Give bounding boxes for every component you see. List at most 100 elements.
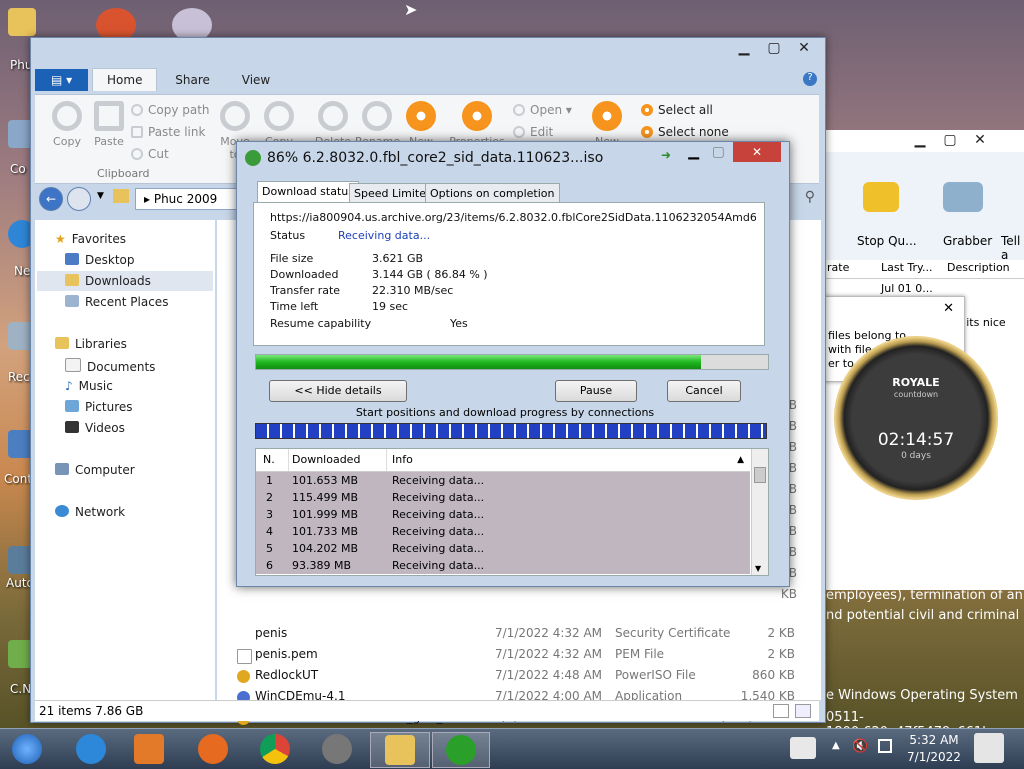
tab-speed-limiter[interactable]: Speed Limiter: [349, 183, 436, 204]
close-icon[interactable]: ✕: [965, 132, 995, 148]
hide-details-button[interactable]: << Hide details: [269, 380, 407, 402]
nav-pictures[interactable]: Pictures: [65, 400, 133, 414]
paste-link-button[interactable]: Paste link: [131, 125, 205, 139]
chevron-up-icon[interactable]: ▲: [737, 449, 744, 471]
file-row[interactable]: penis.pem 7/1/2022 4:32 AM PEM File 2 KB: [237, 647, 817, 667]
taskbar-chrome[interactable]: [252, 732, 298, 766]
clock-time: 02:14:57: [877, 430, 955, 450]
start-button[interactable]: [4, 732, 50, 766]
nav-favorites[interactable]: ★ Favorites: [55, 232, 126, 246]
col-last-try[interactable]: Last Try...: [881, 261, 932, 274]
connection-row[interactable]: 6 93.389 MB Receiving data...: [256, 557, 750, 574]
maximize-icon[interactable]: ▢: [935, 132, 965, 148]
nav-desktop[interactable]: Desktop: [65, 253, 135, 267]
nav-music[interactable]: ♪ Music: [65, 379, 113, 393]
connections-scrollbar[interactable]: ▼: [751, 449, 768, 575]
certificate-icon: [237, 628, 250, 641]
tab-share[interactable]: Share: [161, 69, 224, 91]
tab-options-on-completion[interactable]: Options on completion: [425, 183, 560, 204]
search-icon[interactable]: ⚲: [805, 189, 815, 205]
large-icons-view-icon[interactable]: [795, 704, 811, 718]
col-rate[interactable]: rate: [827, 261, 849, 274]
volume-muted-icon[interactable]: 🔇: [852, 739, 868, 754]
desktop-text-2: nd potential civil and criminal: [826, 608, 1020, 623]
partial-size: KB: [780, 587, 797, 601]
chevron-down-icon[interactable]: ▼: [97, 191, 104, 201]
select-all-button[interactable]: Select all: [641, 103, 713, 117]
nav-videos[interactable]: Videos: [65, 421, 125, 435]
idm-logo-icon: [245, 150, 261, 166]
cut-button[interactable]: Cut: [131, 147, 169, 161]
taskbar-idm[interactable]: [432, 732, 490, 768]
close-icon[interactable]: ✕: [943, 301, 954, 316]
file-row[interactable]: RedlockUT 7/1/2022 4:48 AM PowerISO File 86…: [237, 668, 817, 688]
taskbar-media-player[interactable]: [126, 732, 172, 766]
help-icon[interactable]: ?: [803, 72, 817, 86]
nav-recent-places[interactable]: Recent Places: [65, 295, 168, 309]
nav-libraries[interactable]: Libraries: [55, 337, 127, 351]
tab-view[interactable]: View: [228, 69, 284, 91]
connection-row[interactable]: 3 101.999 MB Receiving data...: [256, 506, 750, 523]
nav-documents[interactable]: Documents: [65, 358, 155, 374]
clock-date-text[interactable]: 7/1/2022: [904, 750, 964, 764]
details-view-icon[interactable]: [773, 704, 789, 718]
paste-button[interactable]: Paste: [89, 101, 129, 148]
close-button[interactable]: ✕: [733, 142, 781, 162]
status-label: Status: [270, 229, 306, 242]
file-menu-button[interactable]: ▤ ▾: [35, 69, 89, 91]
forward-icon[interactable]: [67, 187, 91, 211]
show-hidden-icons[interactable]: ▲: [832, 740, 840, 751]
connection-row[interactable]: 5 104.202 MB Receiving data...: [256, 540, 750, 557]
scrollbar-thumb[interactable]: [754, 467, 766, 483]
taskbar-explorer[interactable]: [370, 732, 430, 768]
folder-icon: [385, 735, 415, 765]
taskbar-firefox[interactable]: [190, 732, 236, 766]
maximize-icon[interactable]: ▢: [759, 40, 789, 56]
cancel-button[interactable]: Cancel: [667, 380, 741, 402]
folder-icon: [113, 189, 129, 203]
copy-button[interactable]: Copy: [47, 101, 87, 148]
grabber-button[interactable]: Grabber: [943, 234, 992, 248]
user-avatar-icon[interactable]: [974, 733, 1004, 763]
network-tray-icon[interactable]: [878, 739, 892, 753]
breadcrumb-folder[interactable]: Phuc 2009: [154, 192, 217, 206]
nav-downloads[interactable]: Downloads: [65, 274, 151, 288]
select-none-icon: [641, 126, 653, 138]
nav-computer[interactable]: Computer: [55, 463, 135, 477]
desktop-icon-phuc[interactable]: Phu: [0, 8, 40, 72]
taskbar-raccoon-app[interactable]: [314, 732, 360, 766]
select-none-button[interactable]: Select none: [641, 125, 729, 139]
connection-row[interactable]: 2 115.499 MB Receiving data...: [256, 489, 750, 506]
minimize-icon[interactable]: ▁: [905, 132, 935, 148]
tab-download-status[interactable]: Download status: [257, 181, 359, 203]
col-n[interactable]: N.: [263, 449, 275, 471]
tab-home[interactable]: Home: [92, 68, 158, 91]
chevron-down-icon[interactable]: ▼: [755, 564, 761, 573]
minimize-icon[interactable]: ▁: [729, 40, 759, 56]
file-row[interactable]: penis 7/1/2022 4:32 AM Security Certificat…: [237, 626, 817, 646]
arrow-icon[interactable]: ➜: [661, 148, 671, 162]
countdown-clock-gadget[interactable]: ROYALE countdown 02:14:57 0 days: [834, 336, 998, 500]
col-description[interactable]: Description: [947, 261, 1010, 274]
pause-button[interactable]: Pause: [555, 380, 637, 402]
paste-link-icon: [131, 126, 143, 138]
download-progress-bar: [255, 354, 769, 370]
minimize-icon[interactable]: ▁: [688, 144, 699, 160]
copy-path-button[interactable]: Copy path: [131, 103, 210, 117]
edit-button[interactable]: Edit: [513, 125, 553, 139]
col-downloaded[interactable]: Downloaded: [292, 449, 360, 471]
close-icon[interactable]: ✕: [789, 40, 819, 56]
download-url: https://ia800904.us.archive.org/23/items…: [270, 211, 756, 224]
open-button[interactable]: Open ▾: [513, 103, 572, 117]
pen-input-icon[interactable]: [790, 737, 816, 759]
col-info[interactable]: Info: [392, 449, 413, 471]
connection-row[interactable]: 4 101.733 MB Receiving data...: [256, 523, 750, 540]
taskbar-internet-explorer[interactable]: [68, 732, 114, 766]
clock-time-text[interactable]: 5:32 AM: [904, 733, 964, 747]
back-icon[interactable]: ←: [39, 187, 63, 211]
stop-queue-button[interactable]: Stop Qu...: [857, 234, 917, 248]
nav-network[interactable]: Network: [55, 505, 125, 519]
connection-row[interactable]: 1 101.653 MB Receiving data...: [256, 472, 750, 489]
firefox-icon: [198, 734, 228, 764]
maximize-icon: ▢: [711, 144, 725, 160]
